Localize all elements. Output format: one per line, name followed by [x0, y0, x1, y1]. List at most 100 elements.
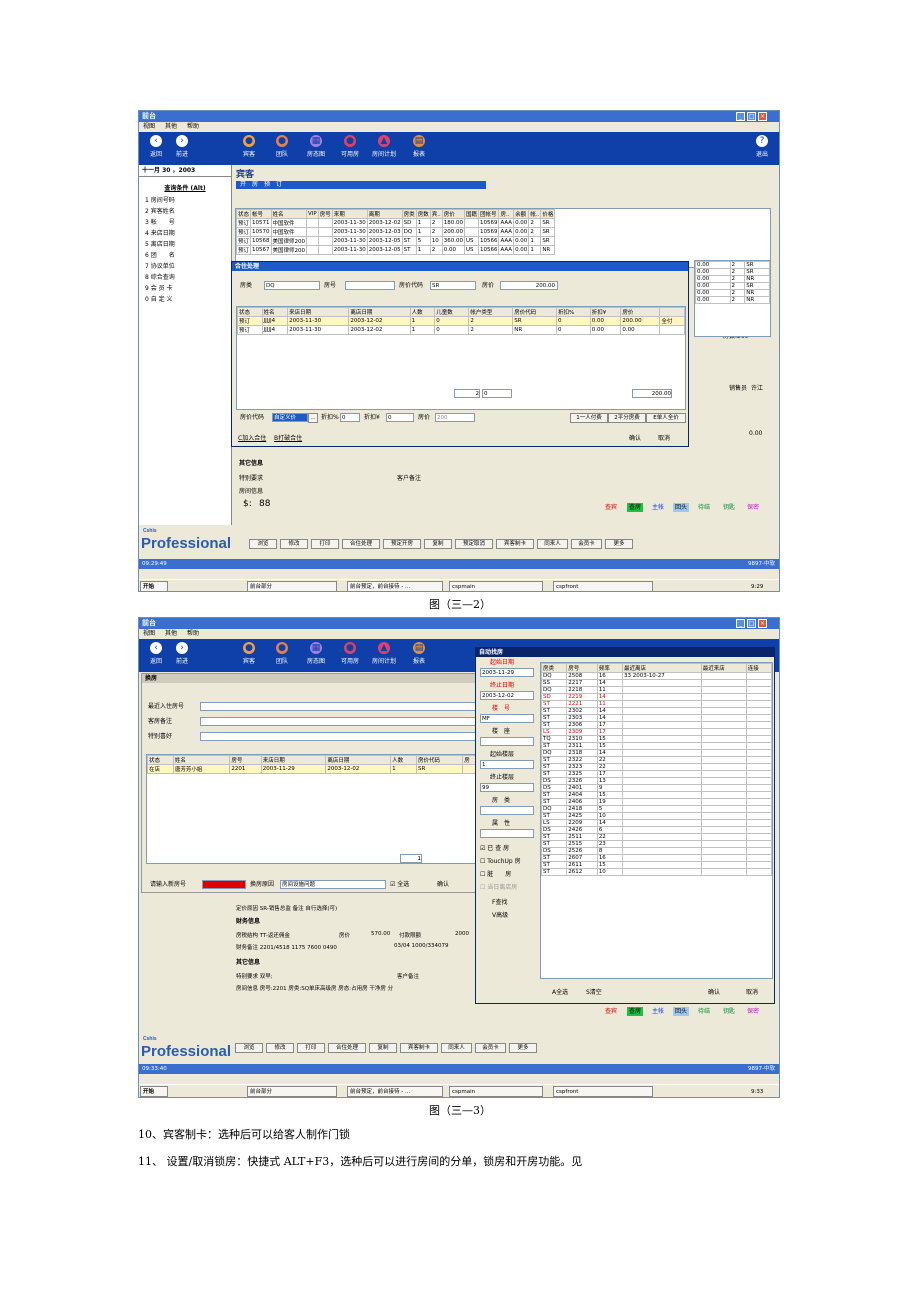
table-row[interactable]: DS 2426 6 — [541, 826, 772, 834]
room-plan-button[interactable]: ▲ 房间计划 — [369, 135, 399, 158]
minimize-icon[interactable]: _ — [736, 112, 745, 121]
report-button[interactable]: ▤ 报表 — [404, 642, 434, 665]
toolbar-button[interactable]: 合住处理 — [342, 539, 380, 549]
status-tag[interactable]: 待结 — [696, 503, 712, 512]
task-item[interactable]: cspmain — [449, 1086, 543, 1097]
table-row[interactable]: ST 2612 10 — [541, 868, 772, 876]
break-share-button[interactable]: B打破合住 — [274, 434, 302, 443]
query-item[interactable]: 5 离店日期 — [139, 239, 231, 250]
table-row[interactable]: ST 2306 17 — [541, 721, 772, 729]
minimize-icon[interactable]: _ — [736, 619, 745, 628]
table-row[interactable]: ST 2311 15 — [541, 742, 772, 750]
group-button[interactable]: ● 团队 — [267, 135, 297, 158]
toolbar-button[interactable]: 打印 — [311, 539, 339, 549]
toolbar-button[interactable]: 复制 — [369, 1043, 397, 1053]
building-field[interactable] — [480, 737, 534, 746]
available-room-button[interactable]: ● 可用房 — [335, 642, 365, 665]
query-item[interactable]: 6 团 名 — [139, 250, 231, 261]
status-tag[interactable]: 查房 — [627, 503, 644, 512]
roomtype-field[interactable] — [480, 806, 534, 815]
table-row[interactable]: ST 2406 19 — [541, 798, 772, 806]
table-row[interactable]: LS 2209 14 — [541, 819, 772, 827]
select-all-checkbox[interactable]: ☑ 全选 — [390, 880, 409, 889]
table-row[interactable]: 预订 10568 美国律师200 2003-11-30 2003-12-05 ST 5 10 3… — [236, 236, 556, 246]
forward-button[interactable]: › 前进 — [167, 642, 197, 665]
split-button[interactable]: 2平分房费 — [608, 413, 646, 423]
query-item[interactable]: 3 帐 号 — [139, 217, 231, 228]
add-share-button[interactable]: C加入合住 — [238, 434, 266, 443]
status-tag[interactable]: 主帐 — [650, 503, 666, 512]
table-row[interactable]: 预订 10571 中国软件 2003-11-30 2003-12-02 SD 1 2 180.0… — [236, 218, 556, 228]
select-all-button[interactable]: A全选 — [552, 988, 568, 997]
available-room-button[interactable]: ● 可用房 — [335, 135, 365, 158]
query-item[interactable]: 8 综合查询 — [139, 272, 231, 283]
clear-button[interactable]: S清空 — [586, 988, 602, 997]
group-button[interactable]: ● 团队 — [267, 642, 297, 665]
table-row[interactable]: ST 2303 14 — [541, 714, 772, 722]
report-button[interactable]: ▤ 报表 — [404, 135, 434, 158]
toolbar-button[interactable]: 浏览 — [235, 1043, 263, 1053]
rate-code-field[interactable]: SR — [430, 281, 476, 290]
table-row[interactable]: DQ 2318 14 — [541, 749, 772, 757]
room-status-button[interactable]: ▦ 房态图 — [301, 642, 331, 665]
toolbar-button[interactable]: 浏览 — [249, 539, 277, 549]
toolbar-button[interactable]: 复制 — [424, 539, 452, 549]
table-row[interactable]: 预订 10567 美国律师200 2003-11-30 2003-12-05 ST 1 2 0.… — [236, 245, 556, 255]
forward-button[interactable]: › 前进 — [167, 135, 197, 158]
menu-help[interactable]: 帮助 — [187, 123, 199, 130]
find-button[interactable]: F查找 — [492, 898, 507, 907]
guest-remark-field[interactable] — [200, 717, 480, 726]
rc-field[interactable]: 自定义价 — [272, 413, 308, 422]
task-item[interactable]: 前台预定，前台接待 - ... — [347, 1086, 443, 1097]
dirty-checkbox[interactable]: ☐ 脏 房 — [480, 870, 511, 879]
toolbar-button[interactable]: 修改 — [266, 1043, 294, 1053]
close-icon[interactable]: × — [758, 619, 767, 628]
toolbar-button[interactable]: 同来人 — [441, 1043, 472, 1053]
table-row[interactable]: ST 2302 14 — [541, 707, 772, 715]
room-type-field[interactable]: DQ — [264, 281, 320, 290]
table-row[interactable]: ST 2325 17 — [541, 770, 772, 778]
maximize-icon[interactable]: □ — [747, 619, 756, 628]
table-row[interactable]: DS 2401 9 — [541, 784, 772, 792]
disc-amt-field[interactable]: 0 — [386, 413, 414, 422]
table-row[interactable]: SS 2217 14 — [541, 679, 772, 687]
one-pays-button[interactable]: 1一人付费 — [570, 413, 608, 423]
single-full-button[interactable]: E单人全价 — [646, 413, 686, 423]
disc-pct-field[interactable]: 0 — [340, 413, 360, 422]
price-field[interactable]: 200 — [435, 413, 475, 422]
query-item[interactable]: 0 自 定 义 — [139, 294, 231, 305]
table-row[interactable]: DQ 2418 5 — [541, 805, 772, 813]
status-tag[interactable]: 查宾 — [603, 503, 619, 512]
toolbar-button[interactable]: 更多 — [509, 1043, 537, 1053]
table-row[interactable]: DQ 2218 11 — [541, 686, 772, 694]
toolbar-button[interactable]: 宾客制卡 — [496, 539, 534, 549]
table-row[interactable]: ST 2611 15 — [541, 861, 772, 869]
menu-view[interactable]: 视图 — [143, 630, 155, 637]
menu-other[interactable]: 其他 — [165, 123, 177, 130]
table-row[interactable]: ST 2221 11 — [541, 700, 772, 708]
menu-view[interactable]: 视图 — [143, 123, 155, 130]
table-row[interactable]: ST 2607 16 — [541, 854, 772, 862]
exit-button[interactable]: ? 退出 — [747, 135, 777, 158]
table-row[interactable]: LS 2309 17 — [541, 728, 772, 736]
table-row[interactable]: 0.00 2 SR — [695, 261, 770, 269]
room-plan-button[interactable]: ▲ 房间计划 — [369, 642, 399, 665]
status-tag[interactable]: 保密 — [745, 1007, 761, 1016]
status-tag[interactable]: 待结 — [696, 1007, 712, 1016]
rc-picker-button[interactable]: … — [308, 413, 318, 423]
table-row[interactable]: 在店 唐芳芳小姐 2201 2003-11-29 2003-12-02 1 SR — [147, 764, 479, 774]
toolbar-button[interactable]: 宾客制卡 — [400, 1043, 438, 1053]
header-row[interactable]: 状态 姓名 房号 来店日期 离店日期 人数 房价代码房 — [147, 755, 479, 765]
ok-button[interactable]: 确认 — [708, 988, 720, 997]
header-row[interactable]: 状态 帐号 姓名 VIP 房号 来期 离期 房类 房数 宾.. 房价 国籍 团帐号 房.. 余额 帐.. 价格 — [236, 209, 556, 219]
query-item[interactable]: 4 来店日期 — [139, 228, 231, 239]
toolbar-button[interactable]: 更多 — [605, 539, 633, 549]
touchup-checkbox[interactable]: ☐ TouchUp 房 — [480, 857, 521, 866]
ok-button[interactable]: 确认 — [437, 880, 449, 889]
start-button[interactable]: 开始 — [140, 1086, 168, 1097]
toolbar-button[interactable]: 预定取消 — [455, 539, 493, 549]
guest-button[interactable]: ● 宾客 — [234, 135, 264, 158]
type-field[interactable]: MF — [480, 714, 534, 723]
status-tag[interactable]: 查宾 — [603, 1007, 619, 1016]
menu-other[interactable]: 其他 — [165, 630, 177, 637]
